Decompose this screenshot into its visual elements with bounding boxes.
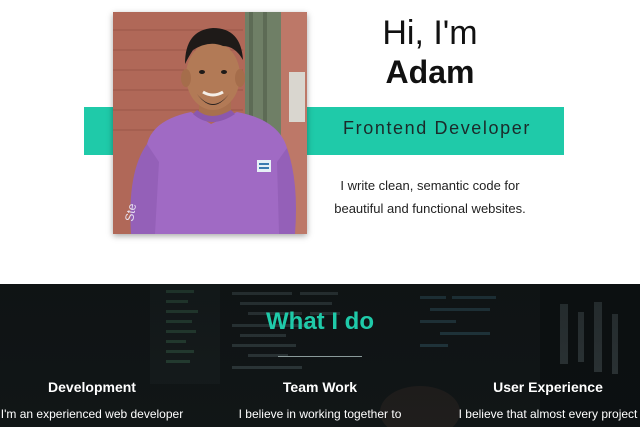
role-title: Frontend Developer xyxy=(343,118,531,138)
name-heading: Adam xyxy=(385,54,475,90)
section-title: What I do xyxy=(266,308,374,335)
service-text: I believe in working together to xyxy=(238,407,402,421)
service-heading: Development xyxy=(48,379,136,395)
service-team-work: Team Work I believe in working together … xyxy=(220,378,420,422)
what-i-do-section: What I do Development I'm an experienced… xyxy=(0,284,640,427)
service-user-experience: User Experience I believe that almost ev… xyxy=(448,378,640,422)
service-development: Development I'm an experienced web devel… xyxy=(0,378,192,422)
title-divider xyxy=(278,356,362,357)
service-heading: Team Work xyxy=(282,379,358,395)
hero-section: Ste Hi, I'm Adam Frontend Developer I wr… xyxy=(0,0,640,284)
greeting-text: Hi, I'm xyxy=(382,14,478,52)
service-text: I'm an experienced web developer xyxy=(0,407,184,421)
service-heading: User Experience xyxy=(493,379,603,395)
profile-photo: Ste xyxy=(113,12,307,234)
service-text: I believe that almost every project xyxy=(458,407,638,421)
intro-text: I write clean, semantic code for beautif… xyxy=(334,178,526,216)
